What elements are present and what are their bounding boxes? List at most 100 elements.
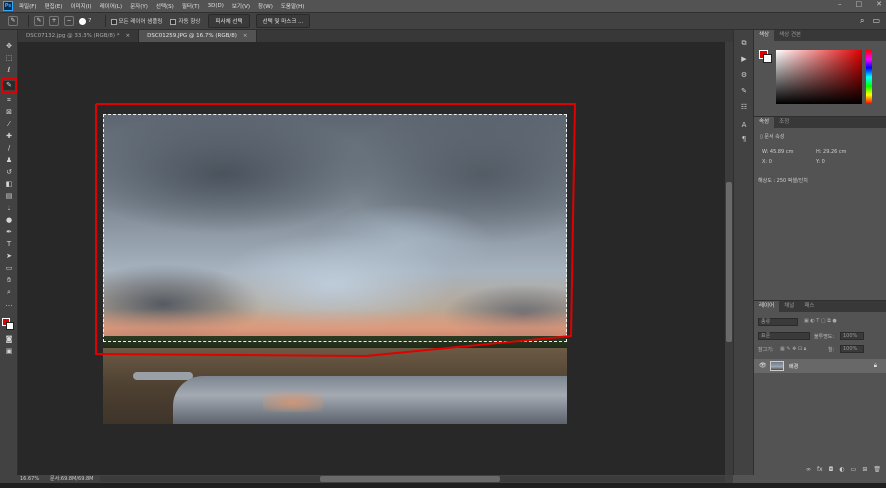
menu-layer[interactable]: 레이어(L) bbox=[100, 2, 123, 10]
tab-dsc07132[interactable]: DSC07132.jpg @ 33.3% (RGB/8) * × bbox=[18, 30, 140, 42]
checkbox-icon[interactable] bbox=[170, 18, 177, 25]
scroll-thumb[interactable] bbox=[320, 476, 500, 482]
menu-select[interactable]: 선택(S) bbox=[156, 2, 174, 10]
crop-tool-icon[interactable]: ⌗ bbox=[3, 96, 15, 105]
tab-dsc01259[interactable]: DSC01259.JPG @ 16.7% (RGB/8) × bbox=[139, 30, 257, 42]
panel-dock: ⧉ ▶ ⚙ ✎ ☷ A ¶ bbox=[733, 30, 753, 475]
brushes-panel-icon[interactable]: ✎ bbox=[739, 86, 749, 96]
new-selection-brush-icon[interactable]: ✎ bbox=[34, 16, 44, 26]
dodge-tool-icon[interactable]: ● bbox=[3, 216, 15, 225]
lock-icons[interactable]: ▦ ✎ ✥ ⊡ 🔒︎ bbox=[780, 346, 806, 355]
brush-settings-icon[interactable]: ⚙ bbox=[739, 70, 749, 80]
auto-enhance-checkbox[interactable]: 자동 향상 bbox=[170, 17, 200, 25]
type-tool-icon[interactable]: T bbox=[3, 240, 15, 249]
delete-layer-icon[interactable]: 🗑︎ bbox=[873, 466, 881, 473]
healing-brush-tool-icon[interactable]: ✚ bbox=[3, 132, 15, 141]
menu-3d[interactable]: 3D(D) bbox=[208, 3, 224, 9]
tab-adjustments[interactable]: 조정 bbox=[774, 117, 794, 128]
rectangle-tool-icon[interactable]: ▭ bbox=[3, 264, 15, 273]
menu-filter[interactable]: 필터(T) bbox=[182, 2, 200, 10]
y-value[interactable]: Y: 0 bbox=[816, 159, 825, 165]
lasso-tool-icon[interactable]: ℓ bbox=[3, 66, 15, 75]
filter-icons[interactable]: ▣ ◐ T ▢ ⧉ ● bbox=[804, 318, 837, 327]
document-canvas[interactable] bbox=[18, 42, 725, 475]
actions-play-icon[interactable]: ▶ bbox=[739, 54, 749, 64]
menu-help[interactable]: 도움말(H) bbox=[281, 2, 305, 10]
new-layer-icon[interactable]: ⊞ bbox=[862, 466, 867, 473]
history-brush-tool-icon[interactable]: ↺ bbox=[3, 168, 15, 177]
scroll-thumb[interactable] bbox=[726, 182, 732, 342]
add-selection-brush-icon[interactable]: + bbox=[49, 16, 59, 26]
visibility-eye-icon[interactable]: 👁︎ bbox=[759, 362, 767, 369]
select-subject-button[interactable]: 피사체 선택 bbox=[208, 14, 250, 28]
menu-edit[interactable]: 편집(E) bbox=[45, 2, 63, 10]
path-selection-tool-icon[interactable]: ➤ bbox=[3, 252, 15, 261]
layer-kind-filter[interactable]: 종류 bbox=[758, 318, 798, 326]
history-panel-icon[interactable]: ⧉ bbox=[739, 38, 749, 48]
menu-type[interactable]: 문자(Y) bbox=[130, 2, 148, 10]
minimize-icon[interactable]: – bbox=[838, 0, 842, 8]
width-value[interactable]: W: 45.89 cm bbox=[762, 149, 793, 155]
panel-background-swatch[interactable] bbox=[763, 54, 772, 63]
close-tab-icon[interactable]: × bbox=[126, 33, 131, 39]
eraser-tool-icon[interactable]: ◧ bbox=[3, 180, 15, 189]
workspace-icon[interactable]: ▭ bbox=[872, 16, 880, 26]
layer-style-icon[interactable]: fx bbox=[817, 466, 823, 473]
pen-tool-icon[interactable]: ✒︎ bbox=[3, 228, 15, 237]
x-value[interactable]: X: 0 bbox=[762, 159, 772, 165]
horizontal-scrollbar[interactable] bbox=[100, 476, 725, 482]
height-value[interactable]: H: 29.26 cm bbox=[816, 149, 847, 155]
frame-tool-icon[interactable]: ⊠ bbox=[3, 108, 15, 117]
brush-size[interactable]: 7 bbox=[88, 18, 92, 24]
sample-all-layers-checkbox[interactable]: 모든 레이어 샘플링 bbox=[110, 17, 162, 25]
add-mask-icon[interactable]: ◘ bbox=[829, 466, 834, 473]
menu-image[interactable]: 이미지(I) bbox=[70, 2, 91, 10]
layer-lock-icon[interactable]: 🔒︎ bbox=[874, 362, 877, 370]
quick-mask-icon[interactable]: ◙ bbox=[3, 335, 15, 344]
hue-slider[interactable] bbox=[866, 50, 872, 104]
blur-tool-icon[interactable]: 💧︎ bbox=[3, 204, 15, 213]
layer-row-background[interactable]: 👁︎ 배경 🔒︎ bbox=[754, 359, 886, 373]
new-group-icon[interactable]: ▭ bbox=[851, 466, 857, 473]
vertical-scrollbar[interactable] bbox=[725, 42, 733, 475]
select-and-mask-button[interactable]: 선택 및 마스크 ... bbox=[255, 14, 311, 28]
tab-properties[interactable]: 속성 bbox=[754, 117, 775, 128]
checkbox-icon[interactable] bbox=[110, 18, 117, 25]
link-layers-icon[interactable]: ∞ bbox=[806, 466, 811, 473]
blend-mode-select[interactable]: 표준 bbox=[758, 332, 810, 340]
background-color-swatch[interactable] bbox=[6, 322, 14, 330]
close-tab-icon[interactable]: × bbox=[243, 33, 248, 39]
adjustments-icon[interactable]: ☷ bbox=[739, 102, 749, 112]
menu-window[interactable]: 창(W) bbox=[258, 2, 273, 10]
tab-paths[interactable]: 패스 bbox=[799, 301, 819, 312]
zoom-tool-icon[interactable]: ⌕ bbox=[3, 288, 15, 297]
menu-file[interactable]: 파일(F) bbox=[19, 2, 37, 10]
brush-preview-icon[interactable] bbox=[79, 17, 86, 25]
brush-tool-icon[interactable]: / bbox=[3, 144, 15, 153]
adjustment-layer-icon[interactable]: ◐ bbox=[839, 466, 844, 473]
move-tool-icon[interactable]: ✥ bbox=[3, 42, 15, 51]
search-icon[interactable]: ⌕ bbox=[860, 16, 864, 26]
tab-layers[interactable]: 레이어 bbox=[754, 301, 780, 312]
zoom-level[interactable]: 16.67% bbox=[20, 475, 39, 483]
hand-tool-icon[interactable]: ✋︎ bbox=[3, 276, 15, 285]
marquee-tool-icon[interactable]: ⬚ bbox=[3, 54, 15, 63]
opacity-field[interactable]: 100% bbox=[840, 332, 864, 340]
character-panel-icon[interactable]: A bbox=[739, 120, 749, 130]
clone-stamp-tool-icon[interactable]: ♟ bbox=[3, 156, 15, 165]
fill-field[interactable]: 100% bbox=[840, 345, 864, 353]
more-tools-icon[interactable]: … bbox=[3, 300, 15, 309]
maximize-icon[interactable]: □ bbox=[856, 0, 863, 8]
tab-swatches[interactable]: 색상 견본 bbox=[774, 30, 806, 41]
screen-mode-icon[interactable]: ▣ bbox=[3, 347, 15, 356]
close-icon[interactable]: ✕ bbox=[876, 0, 882, 8]
color-spectrum-picker[interactable] bbox=[776, 50, 862, 104]
gradient-tool-icon[interactable]: ▤ bbox=[3, 192, 15, 201]
eyedropper-tool-icon[interactable]: ⁄ bbox=[3, 120, 15, 129]
tab-color[interactable]: 색상 bbox=[754, 30, 775, 41]
subtract-selection-brush-icon[interactable]: − bbox=[64, 16, 74, 26]
quick-select-tool-preset-icon[interactable]: ✎ bbox=[8, 16, 18, 26]
tab-channels[interactable]: 채널 bbox=[779, 301, 799, 312]
menu-view[interactable]: 보기(V) bbox=[232, 2, 250, 10]
paragraph-panel-icon[interactable]: ¶ bbox=[739, 134, 749, 144]
